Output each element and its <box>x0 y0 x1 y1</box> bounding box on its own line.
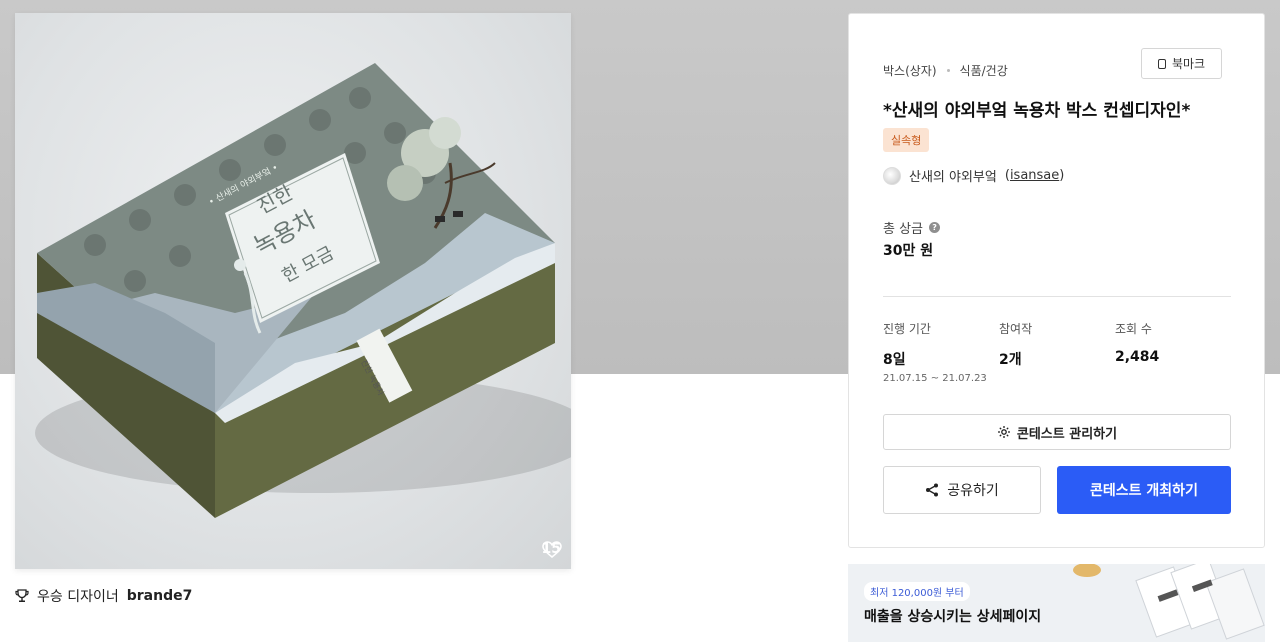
share-icon <box>926 483 939 497</box>
period-value: 8일 <box>883 352 906 368</box>
gear-icon <box>997 426 1010 438</box>
prize-label-text: 총 상금 <box>883 222 924 237</box>
host-name: 산새의 야외부엌 <box>909 170 997 185</box>
contest-title: *산새의 야외부엌 녹용차 박스 컨셉디자인* <box>883 101 1191 121</box>
stat-views: 조회 수 2,484 <box>1115 320 1159 365</box>
period-label: 진행 기간 <box>883 322 931 336</box>
ad-headline: 매출을 상승시키는 상세페이지 <box>864 609 1042 625</box>
product-image[interactable]: 진한 녹용차 한 모금 • 산새의 야외부엌 • 진한 녹용차 15 <box>15 13 571 569</box>
box-illustration: 진한 녹용차 한 모금 • 산새의 야외부엌 • 진한 녹용차 <box>35 63 571 518</box>
stat-period: 진행 기간 8일 21.07.15 ~ 21.07.23 <box>883 320 987 384</box>
category-breadcrumb: 박스(상자) 식품/건강 <box>883 62 1008 79</box>
participants-label: 참여작 <box>999 322 1033 336</box>
bookmark-label: 북마크 <box>1171 57 1206 71</box>
views-label: 조회 수 <box>1115 322 1152 336</box>
separator-dot <box>946 69 950 72</box>
manage-contest-label: 콘테스트 관리하기 <box>1016 426 1118 442</box>
ad-decoration <box>1073 564 1265 640</box>
views-value: 2,484 <box>1115 349 1160 365</box>
stat-participants: 참여작 2개 <box>999 320 1032 369</box>
share-label: 공유하기 <box>947 483 999 499</box>
trophy-icon <box>15 589 29 602</box>
like-count[interactable]: 15 <box>541 541 562 559</box>
winner-info: 우승 디자이너 brande7 <box>15 586 192 606</box>
question-icon[interactable]: ? <box>929 222 941 233</box>
contest-info-card: 박스(상자) 식품/건강 북마크 *산새의 야외부엌 녹용차 박스 컨셉디자인*… <box>848 13 1265 548</box>
bookmark-button[interactable]: 북마크 <box>1141 48 1222 79</box>
host-handle[interactable]: isansae <box>1010 168 1059 183</box>
winner-label: 우승 디자이너 <box>37 589 119 605</box>
host-avatar <box>883 166 901 185</box>
category-secondary[interactable]: 식품/건강 <box>960 62 1008 79</box>
plan-tag: 실속형 <box>883 128 930 152</box>
manage-contest-button[interactable]: 콘테스트 관리하기 <box>883 414 1231 450</box>
prize-value: 30만 원 <box>883 243 934 259</box>
winner-name[interactable]: brande7 <box>127 588 193 604</box>
heart-icon <box>541 541 562 559</box>
bookmark-icon <box>1157 58 1166 69</box>
ad-banner[interactable]: 최저 120,000원 부터 매출을 상승시키는 상세페이지 <box>848 564 1265 642</box>
period-range: 21.07.15 ~ 21.07.23 <box>883 373 987 384</box>
divider <box>883 296 1231 297</box>
prize-label: 총 상금 ? <box>883 218 941 237</box>
host-info[interactable]: 산새의 야외부엌 (isansae) <box>883 166 1064 185</box>
host-contest-button[interactable]: 콘테스트 개최하기 <box>1057 466 1231 514</box>
ad-price-pill: 최저 120,000원 부터 <box>864 582 970 601</box>
participants-value: 2개 <box>999 352 1022 368</box>
category-primary[interactable]: 박스(상자) <box>883 62 937 79</box>
share-button[interactable]: 공유하기 <box>883 466 1041 514</box>
